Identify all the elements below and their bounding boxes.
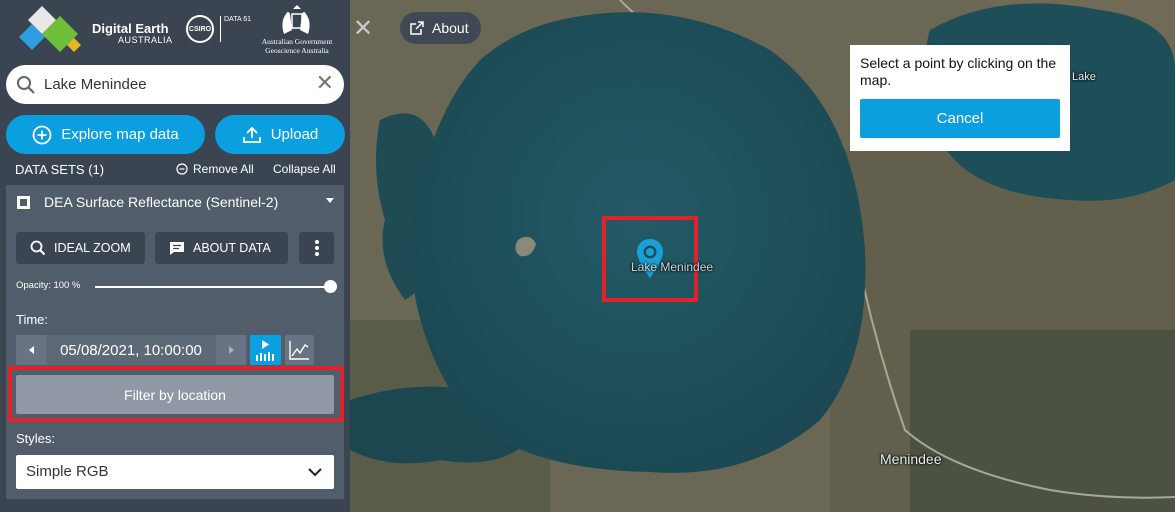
chevron-down-icon — [308, 468, 322, 477]
opacity-slider-track[interactable] — [95, 286, 331, 288]
search-icon — [30, 240, 46, 256]
govt-line-1: Australian Government — [261, 37, 333, 46]
collapse-all-button[interactable]: Collapse All — [273, 162, 336, 176]
select-point-popup: Select a point by clicking on the map. C… — [850, 45, 1070, 151]
upload-button[interactable]: Upload — [215, 115, 345, 154]
lake-menindee-label: Lake Menindee — [631, 260, 714, 274]
remove-all-button[interactable]: Remove All — [176, 162, 254, 176]
search-input[interactable] — [44, 74, 304, 94]
brand-name: Digital Earth — [92, 21, 169, 36]
about-data-button[interactable]: ABOUT DATA — [155, 232, 288, 264]
dataset-title[interactable]: DEA Surface Reflectance (Sentinel-2) — [44, 194, 278, 210]
dataset-visibility-checkbox[interactable] — [17, 196, 30, 209]
about-data-label: ABOUT DATA — [193, 241, 271, 255]
filter-button-highlight — [8, 366, 344, 422]
opacity-label: Opacity: 100 % — [16, 280, 81, 291]
external-link-icon — [410, 21, 424, 35]
explore-label: Explore map data — [61, 126, 179, 143]
data61-logo: DATA 61 — [220, 16, 251, 42]
remove-all-label: Remove All — [193, 162, 254, 176]
styles-select[interactable]: Simple RGB — [16, 455, 334, 489]
chevron-right-icon — [228, 346, 234, 354]
menindee-town-label: Menindee — [880, 451, 942, 467]
brand-header: Digital Earth AUSTRALIA CSIRO DATA 61 Au… — [0, 0, 350, 60]
next-date-button[interactable] — [216, 335, 246, 365]
about-button[interactable]: About — [400, 12, 481, 44]
timeline-play-icon[interactable] — [250, 335, 281, 365]
line-chart-icon[interactable] — [285, 335, 314, 365]
cancel-button[interactable]: Cancel — [860, 99, 1060, 138]
upload-label: Upload — [270, 126, 319, 143]
csiro-logo: CSIRO — [186, 15, 214, 43]
popup-instruction: Select a point by clicking on the map. — [860, 55, 1057, 88]
time-label: Time: — [16, 312, 49, 327]
time-selector: 05/08/2021, 10:00:00 — [16, 335, 246, 365]
coat-of-arms-icon — [282, 5, 310, 34]
brand-subtitle: AUSTRALIA — [118, 35, 173, 45]
close-icon[interactable]: ✕ — [316, 72, 334, 94]
government-logo-text: Australian Government Geoscience Austral… — [256, 37, 338, 55]
about-label: About — [432, 20, 469, 36]
govt-line-2: Geoscience Australia — [265, 46, 329, 55]
close-icon[interactable]: ✕ — [350, 13, 376, 43]
remove-circle-icon — [176, 163, 188, 175]
chevron-down-icon[interactable] — [326, 198, 334, 203]
comment-icon — [170, 241, 184, 255]
time-value[interactable]: 05/08/2021, 10:00:00 — [46, 335, 216, 365]
ideal-zoom-button[interactable]: IDEAL ZOOM — [16, 232, 145, 264]
lake-label: Lake — [1072, 71, 1096, 83]
ideal-zoom-label: IDEAL ZOOM — [54, 241, 131, 255]
add-circle-icon — [32, 125, 52, 144]
dataset-card: DEA Surface Reflectance (Sentinel-2) IDE… — [6, 185, 344, 499]
more-options-icon[interactable] — [299, 232, 334, 264]
opacity-slider-thumb[interactable] — [324, 280, 337, 293]
explore-map-data-button[interactable]: Explore map data — [6, 115, 205, 154]
sidebar: Digital Earth AUSTRALIA CSIRO DATA 61 Au… — [0, 0, 350, 512]
search-icon — [17, 76, 35, 94]
datasets-title: DATA SETS (1) — [15, 162, 105, 177]
styles-label: Styles: — [16, 431, 56, 446]
chevron-left-icon — [28, 346, 34, 354]
digital-earth-logo-icon — [19, 6, 81, 52]
upload-icon — [242, 126, 261, 143]
previous-date-button[interactable] — [16, 335, 46, 365]
styles-value: Simple RGB — [26, 463, 109, 480]
search-box: ✕ — [6, 65, 344, 104]
